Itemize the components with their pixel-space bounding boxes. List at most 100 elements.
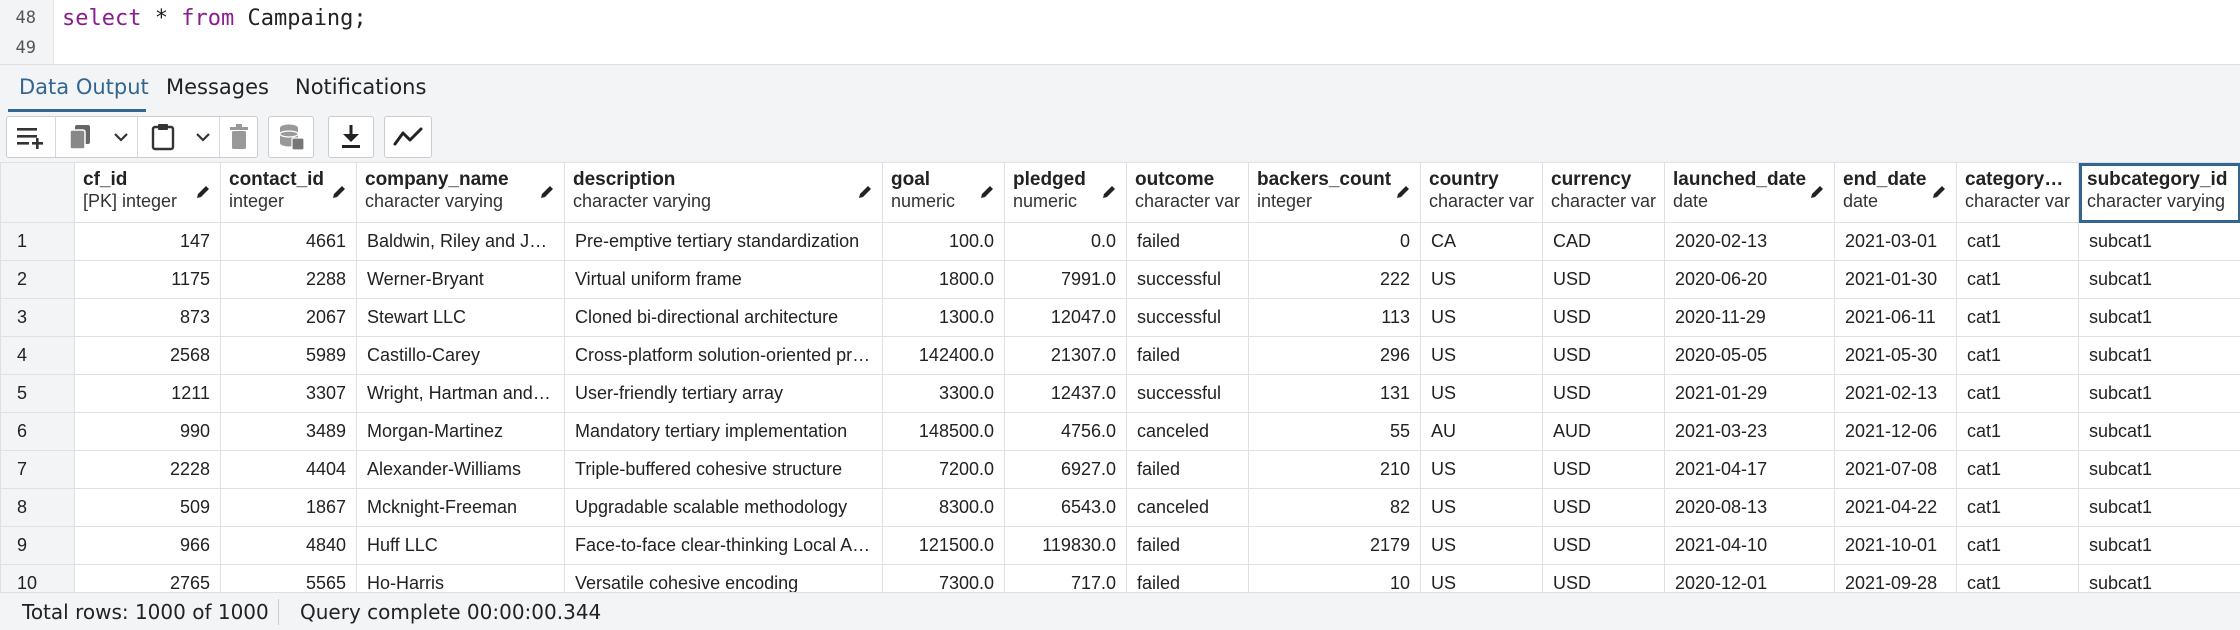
row-number[interactable]: 4 <box>0 336 75 375</box>
table-cell-subcategory-id[interactable]: subcat1 <box>2078 260 2240 299</box>
table-cell-outcome[interactable]: successful <box>1126 260 1249 299</box>
row-number[interactable]: 6 <box>0 412 75 451</box>
column-header-backers-count[interactable]: backers_count integer <box>1248 162 1421 223</box>
table-cell-goal[interactable]: 3300.0 <box>882 374 1005 413</box>
table-cell-pledged[interactable]: 6927.0 <box>1004 450 1127 489</box>
table-cell-category-id[interactable]: cat1 <box>1956 526 2079 565</box>
table-cell-country[interactable]: US <box>1420 374 1543 413</box>
table-row[interactable]: 3 873 2067 Stewart LLC Cloned bi-directional… <box>0 298 2240 337</box>
tab-data-output[interactable]: Data Output <box>19 75 149 99</box>
column-header-end-date[interactable]: end_date date <box>1834 162 1957 223</box>
row-number[interactable]: 2 <box>0 260 75 299</box>
column-header-goal[interactable]: goal numeric <box>882 162 1005 223</box>
table-cell-backers-count[interactable]: 0 <box>1248 222 1421 261</box>
table-cell-end-date[interactable]: 2021-02-13 <box>1834 374 1957 413</box>
table-row[interactable]: 4 2568 5989 Castillo-Carey Cross-platform so… <box>0 336 2240 375</box>
tab-notifications[interactable]: Notifications <box>295 75 426 99</box>
table-cell-category-id[interactable]: cat1 <box>1956 450 2079 489</box>
row-number[interactable]: 1 <box>0 222 75 261</box>
row-number[interactable]: 5 <box>0 374 75 413</box>
table-cell-goal[interactable]: 1800.0 <box>882 260 1005 299</box>
row-number[interactable]: 8 <box>0 488 75 527</box>
column-header-description[interactable]: description character varying <box>564 162 883 223</box>
table-row[interactable]: 7 2228 4404 Alexander-Williams Triple-buffer… <box>0 450 2240 489</box>
table-cell-pledged[interactable]: 4756.0 <box>1004 412 1127 451</box>
table-cell-category-id[interactable]: cat1 <box>1956 412 2079 451</box>
table-cell-backers-count[interactable]: 131 <box>1248 374 1421 413</box>
table-row[interactable]: 10 2765 5565 Ho-Harris Versatile cohesive en… <box>0 564 2240 592</box>
row-number[interactable]: 7 <box>0 450 75 489</box>
table-cell-subcategory-id[interactable]: subcat1 <box>2078 374 2240 413</box>
table-cell-country[interactable]: US <box>1420 260 1543 299</box>
table-cell-subcategory-id[interactable]: subcat1 <box>2078 526 2240 565</box>
table-cell-goal[interactable]: 1300.0 <box>882 298 1005 337</box>
table-cell-country[interactable]: AU <box>1420 412 1543 451</box>
table-cell-end-date[interactable]: 2021-05-30 <box>1834 336 1957 375</box>
column-header-pledged[interactable]: pledged numeric <box>1004 162 1127 223</box>
table-cell-description[interactable]: Mandatory tertiary implementation <box>564 412 883 451</box>
table-cell-subcategory-id[interactable]: subcat1 <box>2078 298 2240 337</box>
row-number[interactable]: 10 <box>0 564 75 592</box>
table-cell-outcome[interactable]: failed <box>1126 222 1249 261</box>
table-cell-end-date[interactable]: 2021-07-08 <box>1834 450 1957 489</box>
table-cell-launched-date[interactable]: 2020-05-05 <box>1664 336 1835 375</box>
table-cell-outcome[interactable]: failed <box>1126 450 1249 489</box>
table-cell-currency[interactable]: USD <box>1542 564 1665 592</box>
table-cell-pledged[interactable]: 21307.0 <box>1004 336 1127 375</box>
table-cell-currency[interactable]: USD <box>1542 374 1665 413</box>
table-cell-company-name[interactable]: Morgan-Martinez <box>356 412 565 451</box>
table-cell-category-id[interactable]: cat1 <box>1956 260 2079 299</box>
table-cell-description[interactable]: Upgradable scalable methodology <box>564 488 883 527</box>
table-cell-contact-id[interactable]: 3307 <box>220 374 357 413</box>
table-cell-country[interactable]: US <box>1420 488 1543 527</box>
table-cell-pledged[interactable]: 12047.0 <box>1004 298 1127 337</box>
graph-visualiser-button-inner[interactable] <box>385 117 431 157</box>
table-cell-end-date[interactable]: 2021-01-30 <box>1834 260 1957 299</box>
table-cell-currency[interactable]: USD <box>1542 298 1665 337</box>
table-cell-currency[interactable]: USD <box>1542 336 1665 375</box>
table-cell-subcategory-id[interactable]: subcat1 <box>2078 412 2240 451</box>
column-header-currency[interactable]: currencycharacter varying <box>1542 162 1665 223</box>
save-data-button[interactable] <box>268 116 314 158</box>
table-cell-pledged[interactable]: 119830.0 <box>1004 526 1127 565</box>
paste-button[interactable] <box>139 117 187 157</box>
table-cell-pledged[interactable]: 7991.0 <box>1004 260 1127 299</box>
table-cell-launched-date[interactable]: 2020-11-29 <box>1664 298 1835 337</box>
table-cell-outcome[interactable]: successful <box>1126 374 1249 413</box>
table-cell-cf-id[interactable]: 990 <box>74 412 221 451</box>
table-cell-contact-id[interactable]: 2067 <box>220 298 357 337</box>
table-cell-contact-id[interactable]: 1867 <box>220 488 357 527</box>
table-cell-backers-count[interactable]: 222 <box>1248 260 1421 299</box>
paste-options-dropdown[interactable] <box>187 117 219 157</box>
table-cell-launched-date[interactable]: 2021-04-10 <box>1664 526 1835 565</box>
table-cell-outcome[interactable]: failed <box>1126 336 1249 375</box>
table-cell-subcategory-id[interactable]: subcat1 <box>2078 564 2240 592</box>
table-cell-backers-count[interactable]: 113 <box>1248 298 1421 337</box>
copy-options-dropdown[interactable] <box>105 117 137 157</box>
table-cell-company-name[interactable]: Werner-Bryant <box>356 260 565 299</box>
table-cell-goal[interactable]: 7200.0 <box>882 450 1005 489</box>
add-row-button[interactable] <box>7 117 55 157</box>
table-cell-outcome[interactable]: failed <box>1126 526 1249 565</box>
table-cell-cf-id[interactable]: 2228 <box>74 450 221 489</box>
table-cell-goal[interactable]: 121500.0 <box>882 526 1005 565</box>
column-header-company-name[interactable]: company_name character varying <box>356 162 565 223</box>
code-line[interactable]: select * from Campaing; <box>62 6 367 31</box>
table-cell-country[interactable]: CA <box>1420 222 1543 261</box>
table-cell-description[interactable]: Triple-buffered cohesive structure <box>564 450 883 489</box>
table-cell-pledged[interactable]: 0.0 <box>1004 222 1127 261</box>
table-cell-country[interactable]: US <box>1420 450 1543 489</box>
table-cell-outcome[interactable]: successful <box>1126 298 1249 337</box>
select-all-cell[interactable] <box>0 162 75 223</box>
table-cell-contact-id[interactable]: 4661 <box>220 222 357 261</box>
table-cell-launched-date[interactable]: 2021-03-23 <box>1664 412 1835 451</box>
column-header-cf-id[interactable]: cf_id [PK] integer <box>74 162 221 223</box>
table-cell-company-name[interactable]: Castillo-Carey <box>356 336 565 375</box>
table-cell-currency[interactable]: CAD <box>1542 222 1665 261</box>
table-cell-end-date[interactable]: 2021-04-22 <box>1834 488 1957 527</box>
table-cell-category-id[interactable]: cat1 <box>1956 564 2079 592</box>
table-cell-category-id[interactable]: cat1 <box>1956 336 2079 375</box>
table-cell-pledged[interactable]: 12437.0 <box>1004 374 1127 413</box>
table-cell-backers-count[interactable]: 10 <box>1248 564 1421 592</box>
table-cell-cf-id[interactable]: 2765 <box>74 564 221 592</box>
